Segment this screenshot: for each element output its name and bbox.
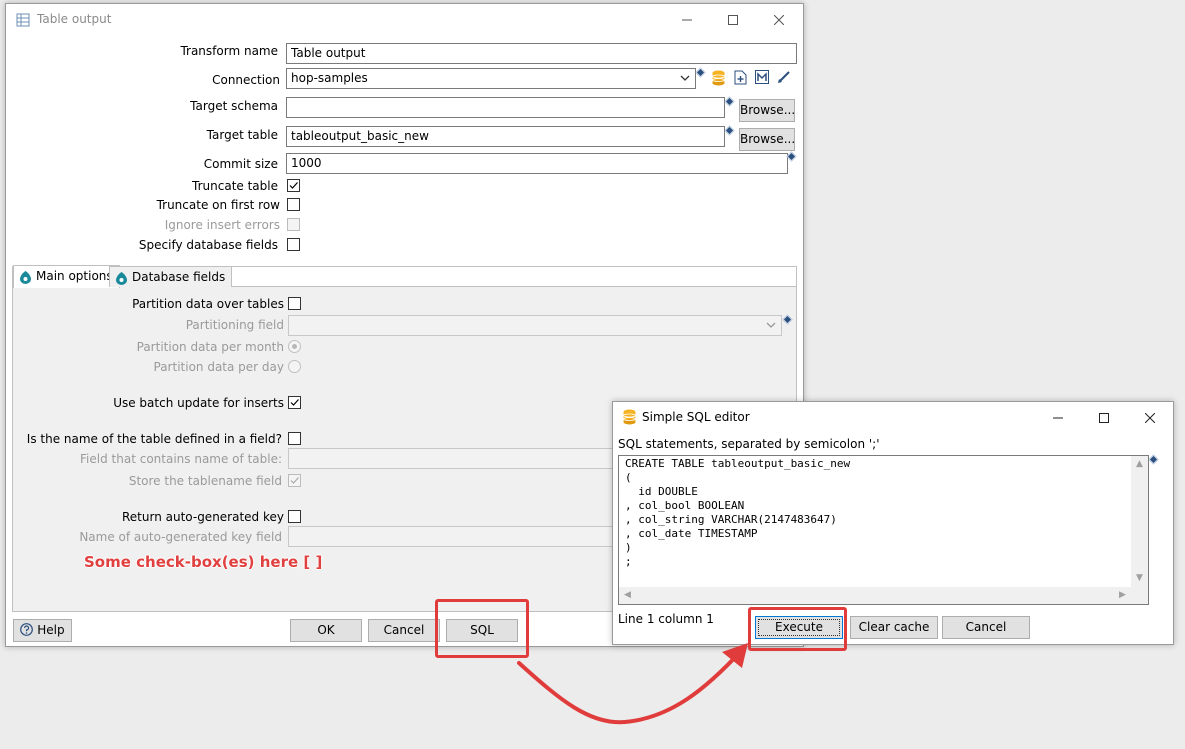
annotation-arrow	[517, 643, 748, 725]
arrow-curve	[517, 648, 744, 725]
